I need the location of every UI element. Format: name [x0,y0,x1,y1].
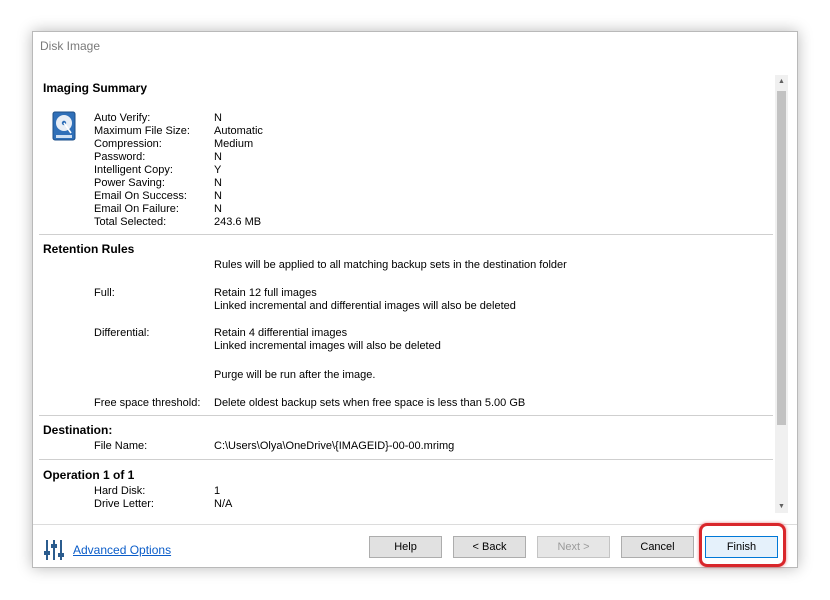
destination-title: Destination: [43,423,113,437]
summary-row-email-failure: Email On Failure: N [94,203,222,215]
retention-full-row: Full: Retain 12 full images [94,287,317,299]
advanced-options-link[interactable]: Advanced Options [73,543,171,557]
summary-content: Imaging Summary Auto Verify: N Maximum Fi… [39,75,773,513]
operation-title: Operation 1 of 1 [43,468,135,482]
scroll-down-icon[interactable]: ▼ [775,500,788,513]
section-divider [39,234,773,235]
vertical-scrollbar[interactable]: ▲ ▼ [775,75,788,513]
retention-intro: Rules will be applied to all matching ba… [214,259,567,271]
finish-highlight-outline [699,523,786,567]
summary-row-max-file-size: Maximum File Size: Automatic [94,125,263,137]
retention-differential-note: Linked incremental images will also be d… [214,340,441,352]
footer-divider [33,524,797,525]
section-divider [39,415,773,416]
scroll-up-icon[interactable]: ▲ [775,75,788,88]
cancel-button[interactable]: Cancel [621,536,694,558]
summary-row-email-success: Email On Success: N [94,190,222,202]
summary-row-password: Password: N [94,151,222,163]
back-button[interactable]: < Back [453,536,526,558]
operation-row-drive-letter: Drive Letter: N/A [94,498,233,510]
retention-rules-title: Retention Rules [43,242,135,256]
retention-differential-row: Differential: Retain 4 differential image… [94,327,348,339]
disk-image-window: Disk Image Imaging Summary Auto Verify: N… [32,31,798,568]
sliders-icon[interactable] [42,538,66,562]
summary-row-compression: Compression: Medium [94,138,254,150]
section-divider [39,459,773,460]
next-button[interactable]: Next > [537,536,610,558]
imaging-summary-title: Imaging Summary [43,81,148,95]
retention-full-note: Linked incremental and differential imag… [214,300,516,312]
summary-row-intelligent-copy: Intelligent Copy: Y [94,164,222,176]
retention-purge-note: Purge will be run after the image. [214,369,376,381]
destination-file-name-row: File Name: C:\Users\Olya\OneDrive\{IMAGEI… [94,440,455,452]
operation-row-hard-disk: Hard Disk: 1 [94,485,221,497]
summary-row-total-selected: Total Selected: 243.6 MB [94,216,262,228]
retention-threshold-row: Free space threshold: Delete oldest backu… [94,397,526,409]
summary-row-auto-verify: Auto Verify: N [94,112,222,124]
help-button[interactable]: Help [369,536,442,558]
scroll-thumb[interactable] [777,91,786,425]
summary-row-power-saving: Power Saving: N [94,177,222,189]
window-title: Disk Image [40,39,101,53]
